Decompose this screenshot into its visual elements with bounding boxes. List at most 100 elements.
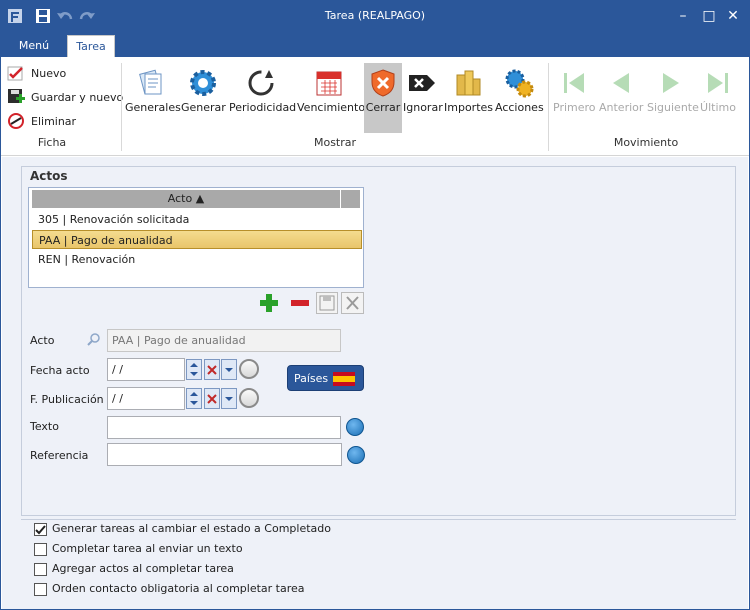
fecha-acto-dropdown-icon[interactable]	[221, 359, 237, 380]
calendar-icon	[313, 67, 345, 99]
group-label-ficha: Ficha	[37, 136, 67, 149]
cerrar-label: Cerrar	[365, 101, 401, 114]
tab-tarea[interactable]: Tarea	[67, 35, 115, 57]
table-row[interactable]: REN | Renovación	[32, 250, 362, 269]
referencia-input[interactable]	[107, 443, 342, 466]
previous-icon	[605, 67, 637, 99]
cerrar-button[interactable]: Cerrar	[364, 63, 402, 133]
anterior-button[interactable]: Anterior	[599, 63, 643, 133]
last-icon	[702, 67, 734, 99]
minimize-button[interactable]: –	[673, 7, 693, 27]
f-publicacion-label: F. Publicación	[30, 393, 104, 406]
tab-menu[interactable]: Menú	[9, 35, 59, 57]
window-title: Tarea (REALPAGO)	[324, 9, 426, 22]
option-label: Generar tareas al cambiar el estado a Co…	[52, 522, 331, 535]
fecha-acto-radio[interactable]	[239, 359, 259, 379]
generales-button[interactable]: Generales	[125, 63, 181, 133]
importes-button[interactable]: Importes	[444, 63, 493, 133]
checkbox-completar-tarea[interactable]	[34, 543, 47, 556]
acciones-label: Acciones	[495, 101, 544, 114]
column-header-acto[interactable]: Acto ▲	[32, 190, 340, 208]
f-publicacion-spinner[interactable]	[186, 388, 202, 409]
fecha-acto-input[interactable]: / /	[107, 358, 185, 381]
coins-icon	[452, 67, 484, 99]
fecha-acto-spinner[interactable]	[186, 359, 202, 380]
primero-button[interactable]: Primero	[553, 63, 596, 133]
generar-button[interactable]: Generar	[181, 63, 226, 133]
ribbon: Nuevo Guardar y nuevo Eliminar Ficha Gen…	[1, 57, 749, 156]
texto-input[interactable]	[107, 416, 341, 439]
generar-label: Generar	[181, 101, 226, 114]
f-publicacion-dropdown-icon[interactable]	[221, 388, 237, 409]
maximize-button[interactable]: □	[699, 7, 719, 27]
f-publicacion-radio[interactable]	[239, 388, 259, 408]
group-label-mostrar: Mostrar	[313, 136, 357, 149]
acto-field[interactable]: PAA | Pago de anualidad	[107, 329, 341, 352]
calculator-icon[interactable]	[346, 418, 364, 436]
divider	[21, 519, 736, 520]
option-label: Completar tarea al enviar un texto	[52, 542, 243, 555]
acciones-button[interactable]: Acciones	[495, 63, 544, 133]
fecha-acto-clear-icon[interactable]	[204, 359, 220, 380]
cancel-row-icon[interactable]	[341, 292, 364, 314]
column-header-blank	[341, 190, 360, 208]
f-publicacion-input[interactable]: / /	[107, 387, 185, 410]
add-icon[interactable]	[258, 292, 280, 314]
option-label: Agregar actos al completar tarea	[52, 562, 234, 575]
main-window: Tarea (REALPAGO) – □ ✕ Menú Tarea Nuevo …	[0, 0, 750, 610]
gear-icon	[187, 67, 219, 99]
delete-icon	[8, 113, 24, 129]
guardar-y-nuevo-button[interactable]: Guardar y nuevo	[7, 87, 123, 107]
checkmark-icon	[35, 525, 46, 535]
actos-title: Actos	[28, 169, 70, 183]
acto-label: Acto	[30, 334, 55, 347]
title-bar: Tarea (REALPAGO) – □ ✕	[1, 1, 749, 33]
eliminar-label: Eliminar	[31, 114, 77, 128]
checkbox-generar-tareas[interactable]	[34, 523, 47, 536]
siguiente-label: Siguiente	[647, 101, 699, 114]
actos-grid: Acto ▲ 305 | Renovación solicitada PAA |…	[28, 187, 364, 288]
periodicidad-label: Periodicidad	[229, 101, 297, 114]
shield-close-icon	[367, 67, 399, 99]
ignore-tag-icon	[406, 67, 438, 99]
periodicidad-button[interactable]: Periodicidad	[229, 63, 297, 133]
sort-asc-icon: ▲	[195, 192, 205, 205]
search-icon[interactable]	[86, 332, 102, 348]
group-separator	[548, 63, 549, 151]
texto-label: Texto	[30, 420, 59, 433]
primero-label: Primero	[553, 101, 596, 114]
ultimo-button[interactable]: Último	[698, 63, 738, 133]
save-row-icon[interactable]	[316, 292, 338, 314]
next-icon	[655, 67, 687, 99]
paises-button[interactable]: Países	[287, 365, 364, 391]
siguiente-button[interactable]: Siguiente	[647, 63, 699, 133]
first-icon	[558, 67, 590, 99]
option-label: Orden contacto obligatoria al completar …	[52, 582, 305, 595]
eliminar-button[interactable]: Eliminar	[7, 111, 76, 131]
guardar-y-nuevo-label: Guardar y nuevo	[31, 90, 124, 104]
checkbox-agregar-actos[interactable]	[34, 563, 47, 576]
close-button[interactable]: ✕	[723, 7, 743, 27]
nuevo-button[interactable]: Nuevo	[7, 63, 66, 83]
ignorar-label: Ignorar	[403, 101, 443, 114]
generales-label: Generales	[125, 101, 181, 114]
f-publicacion-clear-icon[interactable]	[204, 388, 220, 409]
documents-icon	[135, 67, 167, 99]
referencia-label: Referencia	[30, 449, 89, 462]
table-row[interactable]: 305 | Renovación solicitada	[32, 210, 362, 229]
refresh-cycle-icon	[245, 67, 277, 99]
vencimiento-button[interactable]: Vencimiento	[297, 63, 366, 133]
fecha-acto-label: Fecha acto	[30, 364, 90, 377]
group-label-movimiento: Movimiento	[613, 136, 679, 149]
spain-flag-icon	[333, 372, 355, 386]
gears-icon	[503, 67, 535, 99]
checkbox-orden-contacto[interactable]	[34, 583, 47, 596]
save-add-icon	[8, 89, 25, 103]
menu-bar: Menú Tarea	[1, 33, 749, 57]
vencimiento-label: Vencimiento	[297, 101, 366, 114]
ultimo-label: Último	[700, 101, 736, 114]
ignorar-button[interactable]: Ignorar	[403, 63, 443, 133]
calculator-icon[interactable]	[347, 446, 365, 464]
remove-icon[interactable]	[289, 292, 311, 314]
table-row-selected[interactable]: PAA | Pago de anualidad	[32, 230, 362, 249]
